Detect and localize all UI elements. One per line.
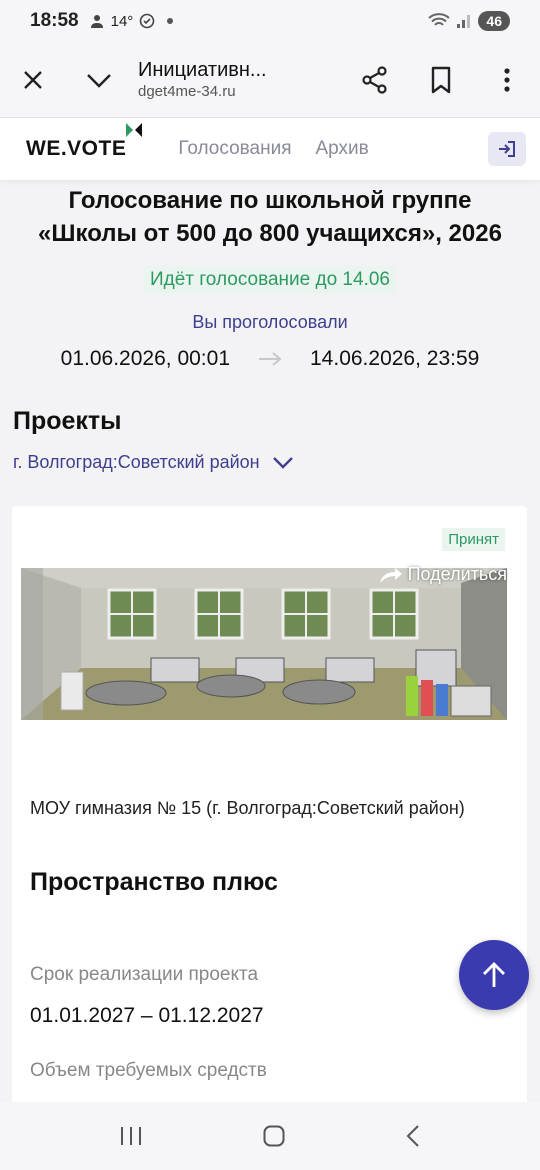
voting-status-badge: Идёт голосование до 14.06 [144,266,396,294]
recents-icon[interactable] [119,1125,143,1147]
notification-dot [167,18,174,24]
chevron-down-icon [87,73,111,88]
close-icon [24,70,42,89]
share-button[interactable] [342,47,408,113]
share-icon [362,65,387,94]
system-nav-bar [0,1102,540,1170]
battery-level: 46 [478,11,510,31]
more-icon [504,67,510,92]
school-name: МОУ гимназия № 15 (г. Волгоград:Советски… [30,798,465,818]
period-value: 01.01.2027 – 01.12.2027 [30,1004,264,1027]
signal-icon [457,15,471,28]
bookmark-icon [431,66,451,93]
status-temperature: 14° [110,12,134,30]
nav-archive[interactable]: Архив [316,138,369,160]
logo-mark-icon [126,123,143,137]
voting-dates: 01.06.2026, 00:01 14.06.2026, 23:59 [0,347,540,371]
chevron-down-icon [272,456,293,469]
funds-label: Объем требуемых средств [30,1060,267,1081]
share-arrow-icon [379,567,402,583]
project-name: Пространство плюс [30,868,278,896]
share-label: Поделиться [407,564,507,584]
district-select[interactable]: г. Волгоград:Советский район [13,452,540,473]
wifi-icon [428,13,451,26]
browser-title: Инициативн... [138,58,267,81]
end-date: 14.06.2026, 23:59 [310,347,480,370]
district-label: г. Волгоград:Советский район [13,452,260,472]
logout-icon [499,141,515,157]
expand-button[interactable] [66,47,132,113]
nav-votings[interactable]: Голосования [178,138,291,160]
voted-text: Вы проголосовали [192,312,348,332]
status-badge: Принят [442,528,505,551]
main-content: Голосование по школьной группе «Школы от… [0,180,540,1102]
browser-url: dget4me-34.ru [138,82,236,100]
logout-button[interactable] [488,132,526,166]
close-button[interactable] [0,47,66,113]
status-bar: 18:58 14° 46 [0,0,540,42]
back-icon[interactable] [405,1124,421,1148]
person-icon [90,15,103,28]
projects-heading: Проекты [13,407,122,435]
arrow-up-icon [483,962,505,987]
project-image [21,568,507,720]
status-time: 18:58 [30,10,79,31]
scroll-top-button[interactable] [459,940,529,1010]
period-label: Срок реализации проекта [30,964,259,985]
arrow-right-icon [259,352,282,366]
page-title-area[interactable]: Инициативн... dget4me-34.ru [132,58,342,102]
start-date: 01.06.2026, 00:01 [60,347,230,370]
bookmark-button[interactable] [408,47,474,113]
share-link[interactable]: Поделиться [378,564,507,585]
voting-title: Голосование по школьной группе «Школы от… [38,187,502,247]
site-header: WE.VOTE Голосования Архив [0,118,540,180]
more-button[interactable] [474,47,540,113]
logo[interactable]: WE.VOTE [26,123,143,161]
home-icon[interactable] [262,1124,286,1148]
classroom-illustration [21,568,507,720]
browser-toolbar: Инициативн... dget4me-34.ru [0,42,540,118]
check-circle-icon [139,13,155,29]
logo-text: WE.VOTE [26,137,127,160]
project-card[interactable]: Принят Поделиться МОУ гимназия № 15 (г. … [12,506,527,1102]
